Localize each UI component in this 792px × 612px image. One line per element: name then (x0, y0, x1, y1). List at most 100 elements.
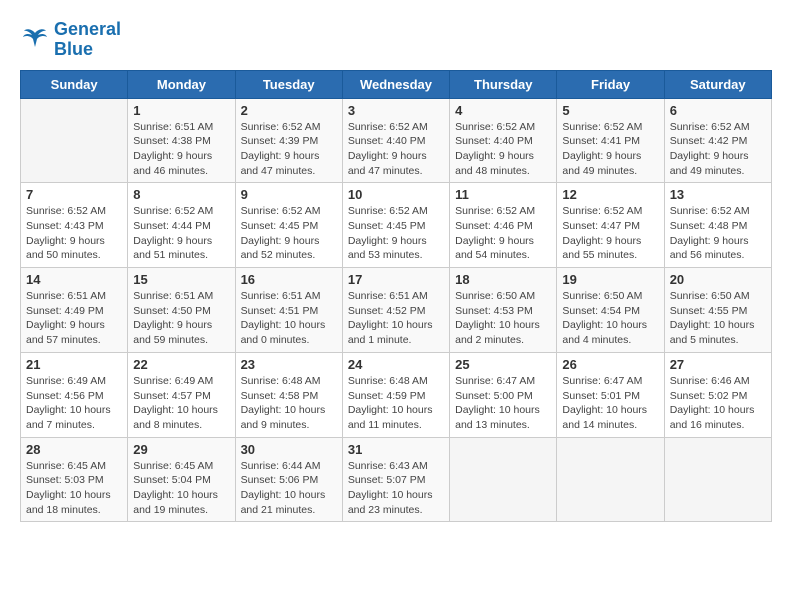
calendar-cell (21, 98, 128, 183)
calendar-cell (557, 437, 664, 522)
calendar-cell: 12 Sunrise: 6:52 AM Sunset: 4:47 PM Dayli… (557, 183, 664, 268)
day-number: 31 (348, 442, 444, 457)
logo-text: General Blue (54, 20, 121, 60)
week-row-5: 28 Sunrise: 6:45 AM Sunset: 5:03 PM Dayli… (21, 437, 772, 522)
day-number: 15 (133, 272, 229, 287)
day-number: 11 (455, 187, 551, 202)
day-header-wednesday: Wednesday (342, 70, 449, 98)
calendar-cell: 17 Sunrise: 6:51 AM Sunset: 4:52 PM Dayli… (342, 268, 449, 353)
calendar-cell: 28 Sunrise: 6:45 AM Sunset: 5:03 PM Dayli… (21, 437, 128, 522)
day-info: Sunrise: 6:51 AM Sunset: 4:52 PM Dayligh… (348, 289, 444, 348)
day-info: Sunrise: 6:52 AM Sunset: 4:47 PM Dayligh… (562, 204, 658, 263)
day-info: Sunrise: 6:47 AM Sunset: 5:00 PM Dayligh… (455, 374, 551, 433)
calendar-cell: 22 Sunrise: 6:49 AM Sunset: 4:57 PM Dayli… (128, 352, 235, 437)
day-header-tuesday: Tuesday (235, 70, 342, 98)
calendar-cell: 25 Sunrise: 6:47 AM Sunset: 5:00 PM Dayli… (450, 352, 557, 437)
day-info: Sunrise: 6:52 AM Sunset: 4:43 PM Dayligh… (26, 204, 122, 263)
day-number: 14 (26, 272, 122, 287)
day-number: 8 (133, 187, 229, 202)
calendar-cell: 20 Sunrise: 6:50 AM Sunset: 4:55 PM Dayli… (664, 268, 771, 353)
day-number: 18 (455, 272, 551, 287)
day-info: Sunrise: 6:52 AM Sunset: 4:48 PM Dayligh… (670, 204, 766, 263)
day-number: 16 (241, 272, 337, 287)
day-header-thursday: Thursday (450, 70, 557, 98)
week-row-1: 1 Sunrise: 6:51 AM Sunset: 4:38 PM Daylig… (21, 98, 772, 183)
day-info: Sunrise: 6:47 AM Sunset: 5:01 PM Dayligh… (562, 374, 658, 433)
calendar-cell: 9Sunrise: 6:52 AM Sunset: 4:45 PM Daylig… (235, 183, 342, 268)
day-info: Sunrise: 6:52 AM Sunset: 4:44 PM Dayligh… (133, 204, 229, 263)
day-number: 13 (670, 187, 766, 202)
day-info: Sunrise: 6:44 AM Sunset: 5:06 PM Dayligh… (241, 459, 337, 518)
calendar-cell: 23 Sunrise: 6:48 AM Sunset: 4:58 PM Dayli… (235, 352, 342, 437)
calendar-cell (664, 437, 771, 522)
calendar-cell: 24 Sunrise: 6:48 AM Sunset: 4:59 PM Dayli… (342, 352, 449, 437)
day-number: 25 (455, 357, 551, 372)
day-number: 20 (670, 272, 766, 287)
day-number: 27 (670, 357, 766, 372)
day-number: 23 (241, 357, 337, 372)
day-number: 28 (26, 442, 122, 457)
day-info: Sunrise: 6:45 AM Sunset: 5:04 PM Dayligh… (133, 459, 229, 518)
day-info: Sunrise: 6:43 AM Sunset: 5:07 PM Dayligh… (348, 459, 444, 518)
day-info: Sunrise: 6:52 AM Sunset: 4:46 PM Dayligh… (455, 204, 551, 263)
week-row-2: 7 Sunrise: 6:52 AM Sunset: 4:43 PM Daylig… (21, 183, 772, 268)
day-info: Sunrise: 6:50 AM Sunset: 4:55 PM Dayligh… (670, 289, 766, 348)
day-number: 7 (26, 187, 122, 202)
day-number: 1 (133, 103, 229, 118)
day-info: Sunrise: 6:50 AM Sunset: 4:53 PM Dayligh… (455, 289, 551, 348)
day-info: Sunrise: 6:52 AM Sunset: 4:45 PM Dayligh… (348, 204, 444, 263)
day-info: Sunrise: 6:49 AM Sunset: 4:57 PM Dayligh… (133, 374, 229, 433)
day-number: 4 (455, 103, 551, 118)
calendar-cell: 13 Sunrise: 6:52 AM Sunset: 4:48 PM Dayli… (664, 183, 771, 268)
calendar-cell: 15 Sunrise: 6:51 AM Sunset: 4:50 PM Dayli… (128, 268, 235, 353)
day-info: Sunrise: 6:52 AM Sunset: 4:45 PM Dayligh… (241, 204, 337, 263)
day-info: Sunrise: 6:48 AM Sunset: 4:59 PM Dayligh… (348, 374, 444, 433)
calendar-cell: 4 Sunrise: 6:52 AM Sunset: 4:40 PM Daylig… (450, 98, 557, 183)
day-number: 5 (562, 103, 658, 118)
day-number: 29 (133, 442, 229, 457)
day-info: Sunrise: 6:48 AM Sunset: 4:58 PM Dayligh… (241, 374, 337, 433)
calendar-cell: 10 Sunrise: 6:52 AM Sunset: 4:45 PM Dayli… (342, 183, 449, 268)
calendar-cell: 14 Sunrise: 6:51 AM Sunset: 4:49 PM Dayli… (21, 268, 128, 353)
day-header-friday: Friday (557, 70, 664, 98)
page-header: General Blue (20, 20, 772, 60)
calendar-cell: 6Sunrise: 6:52 AM Sunset: 4:42 PM Daylig… (664, 98, 771, 183)
day-header-saturday: Saturday (664, 70, 771, 98)
calendar-cell: 31 Sunrise: 6:43 AM Sunset: 5:07 PM Dayli… (342, 437, 449, 522)
day-info: Sunrise: 6:45 AM Sunset: 5:03 PM Dayligh… (26, 459, 122, 518)
day-number: 22 (133, 357, 229, 372)
logo-icon (20, 25, 50, 55)
calendar-cell: 3 Sunrise: 6:52 AM Sunset: 4:40 PM Daylig… (342, 98, 449, 183)
calendar-cell: 2Sunrise: 6:52 AM Sunset: 4:39 PM Daylig… (235, 98, 342, 183)
day-info: Sunrise: 6:46 AM Sunset: 5:02 PM Dayligh… (670, 374, 766, 433)
calendar-cell: 30 Sunrise: 6:44 AM Sunset: 5:06 PM Dayli… (235, 437, 342, 522)
calendar-cell: 16Sunrise: 6:51 AM Sunset: 4:51 PM Dayli… (235, 268, 342, 353)
week-row-3: 14 Sunrise: 6:51 AM Sunset: 4:49 PM Dayli… (21, 268, 772, 353)
day-number: 30 (241, 442, 337, 457)
day-info: Sunrise: 6:51 AM Sunset: 4:50 PM Dayligh… (133, 289, 229, 348)
day-number: 17 (348, 272, 444, 287)
day-number: 3 (348, 103, 444, 118)
calendar-cell: 19Sunrise: 6:50 AM Sunset: 4:54 PM Dayli… (557, 268, 664, 353)
day-info: Sunrise: 6:52 AM Sunset: 4:42 PM Dayligh… (670, 120, 766, 179)
calendar-cell: 21Sunrise: 6:49 AM Sunset: 4:56 PM Dayli… (21, 352, 128, 437)
week-row-4: 21Sunrise: 6:49 AM Sunset: 4:56 PM Dayli… (21, 352, 772, 437)
day-info: Sunrise: 6:52 AM Sunset: 4:41 PM Dayligh… (562, 120, 658, 179)
calendar-cell: 29 Sunrise: 6:45 AM Sunset: 5:04 PM Dayli… (128, 437, 235, 522)
calendar-header-row: SundayMondayTuesdayWednesdayThursdayFrid… (21, 70, 772, 98)
day-info: Sunrise: 6:51 AM Sunset: 4:49 PM Dayligh… (26, 289, 122, 348)
day-header-sunday: Sunday (21, 70, 128, 98)
calendar-table: SundayMondayTuesdayWednesdayThursdayFrid… (20, 70, 772, 523)
day-info: Sunrise: 6:52 AM Sunset: 4:40 PM Dayligh… (455, 120, 551, 179)
day-number: 24 (348, 357, 444, 372)
day-number: 2 (241, 103, 337, 118)
day-info: Sunrise: 6:51 AM Sunset: 4:38 PM Dayligh… (133, 120, 229, 179)
day-number: 10 (348, 187, 444, 202)
day-number: 19 (562, 272, 658, 287)
logo: General Blue (20, 20, 121, 60)
day-number: 12 (562, 187, 658, 202)
calendar-cell: 18 Sunrise: 6:50 AM Sunset: 4:53 PM Dayli… (450, 268, 557, 353)
calendar-cell (450, 437, 557, 522)
calendar-cell: 8 Sunrise: 6:52 AM Sunset: 4:44 PM Daylig… (128, 183, 235, 268)
day-info: Sunrise: 6:52 AM Sunset: 4:40 PM Dayligh… (348, 120, 444, 179)
